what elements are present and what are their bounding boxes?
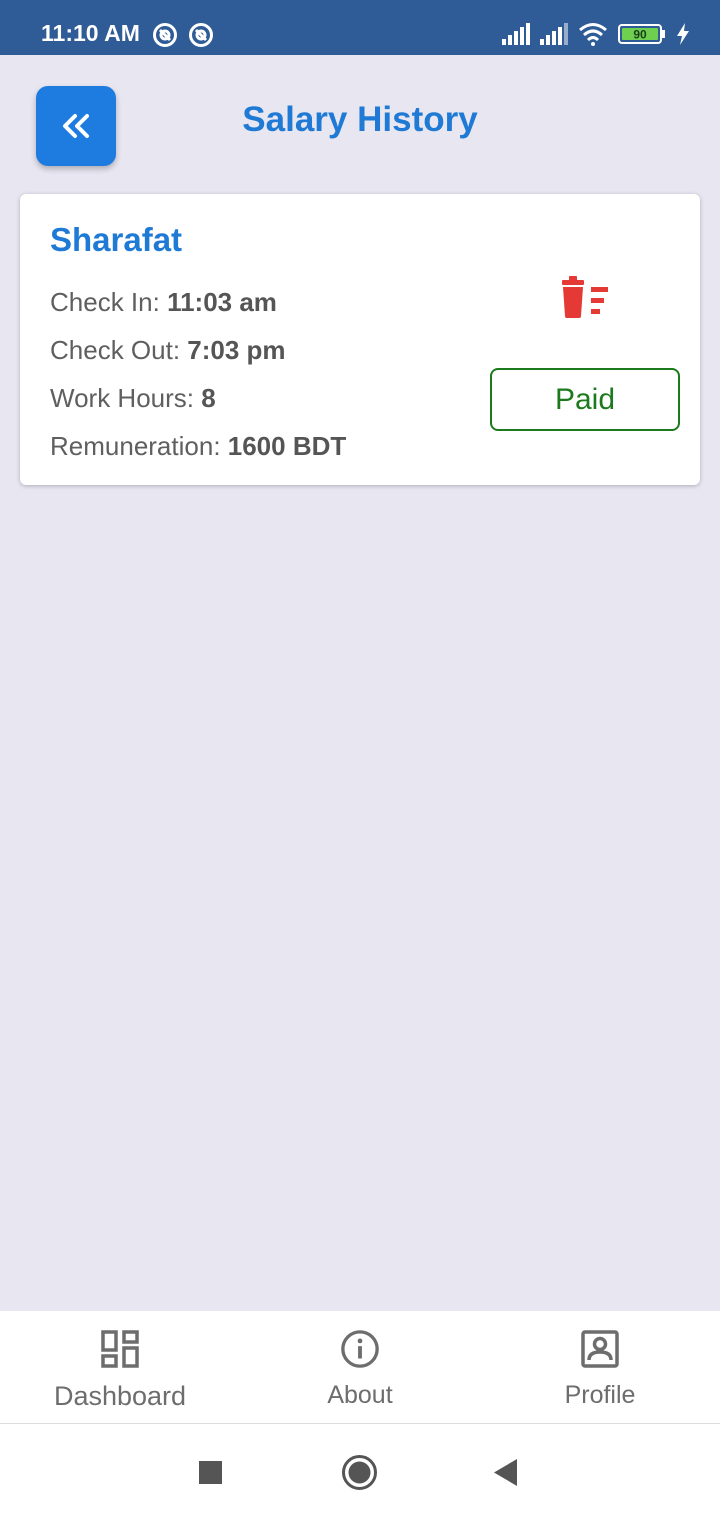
employee-name: Sharafat	[50, 221, 183, 258]
home-button[interactable]	[341, 1454, 378, 1491]
nav-label-about: About	[327, 1381, 393, 1409]
signal-icon	[540, 23, 568, 45]
status-notification-icons	[152, 22, 214, 48]
nav-label-profile: Profile	[564, 1381, 636, 1409]
battery-level: 90	[633, 28, 647, 42]
remuneration-row: Remuneration: 1600 BDT	[50, 431, 346, 462]
back-nav-button[interactable]	[494, 1459, 518, 1486]
recents-button[interactable]	[199, 1461, 222, 1484]
system-navigation-bar	[0, 1424, 720, 1520]
check-out-label: Check Out:	[50, 335, 188, 365]
at-sign-icon	[189, 23, 213, 47]
remuneration-value: 1600 BDT	[227, 431, 347, 461]
info-icon	[341, 1330, 379, 1368]
nav-label-dashboard: Dashboard	[53, 1381, 187, 1411]
check-out-row: Check Out: 7:03 pm	[50, 335, 286, 366]
page-title: Salary History	[242, 100, 478, 139]
nav-item-about[interactable]: About	[290, 1311, 430, 1424]
work-hours-label: Work Hours:	[50, 383, 202, 413]
double-chevron-left-icon	[63, 114, 89, 138]
nav-item-dashboard[interactable]: Dashboard	[40, 1311, 200, 1424]
status-time: 11:10 AM	[41, 20, 140, 46]
work-hours-value: 8	[201, 383, 216, 413]
profile-icon	[581, 1330, 619, 1368]
status-bar: 11:10 AM 90	[0, 0, 720, 55]
charging-icon	[677, 23, 689, 45]
at-sign-icon	[153, 23, 177, 47]
status-system-icons: 90	[502, 22, 690, 46]
wifi-icon	[579, 23, 607, 46]
back-button[interactable]	[36, 86, 116, 166]
delete-button[interactable]	[558, 276, 614, 322]
check-in-label: Check In:	[50, 287, 168, 317]
salary-record-card: Sharafat Check In: 11:03 am Check Out: 7…	[20, 194, 700, 485]
remuneration-label: Remuneration:	[50, 431, 228, 461]
check-in-row: Check In: 11:03 am	[50, 287, 277, 318]
check-out-value: 7:03 pm	[187, 335, 286, 365]
work-hours-row: Work Hours: 8	[50, 383, 216, 414]
bottom-navigation: Dashboard About Profile	[0, 1311, 720, 1424]
battery-icon: 90	[618, 24, 665, 44]
signal-icon	[502, 23, 530, 45]
check-in-value: 11:03 am	[167, 287, 277, 317]
paid-button[interactable]: Paid	[490, 368, 680, 431]
dashboard-icon	[101, 1330, 139, 1368]
delete-sweep-icon	[562, 276, 608, 318]
nav-item-profile[interactable]: Profile	[530, 1311, 670, 1424]
